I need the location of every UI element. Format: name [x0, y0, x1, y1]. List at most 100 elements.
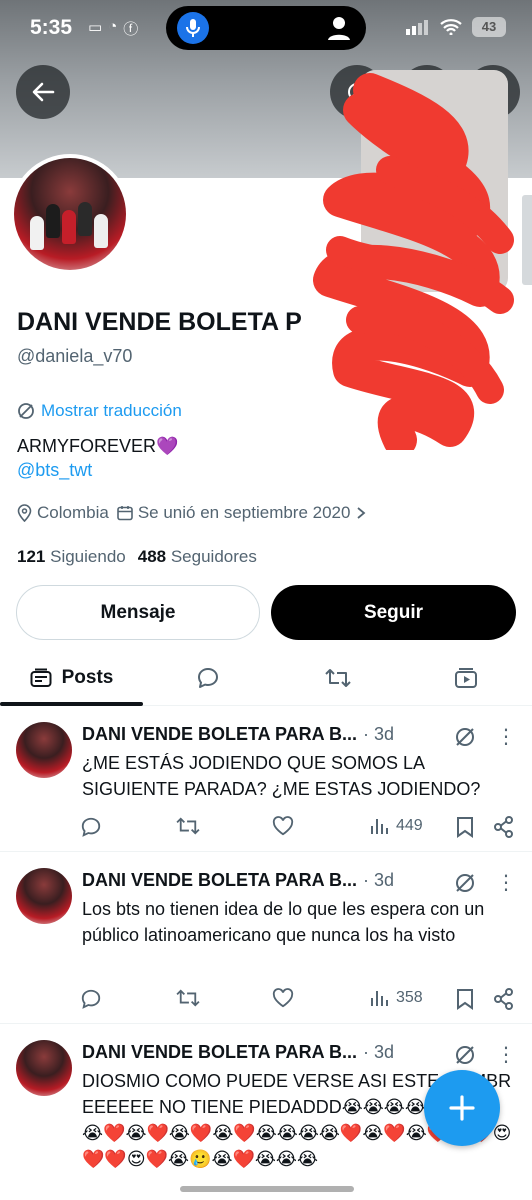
notification-icons: ▭ ◔ ⓕ: [88, 18, 138, 39]
tab-replies[interactable]: [178, 650, 238, 706]
snapchat-icon: ◔: [108, 18, 118, 35]
avatar-figure: [62, 210, 76, 244]
post-date: · 3d: [363, 1042, 395, 1062]
tab-reposts[interactable]: [308, 650, 368, 706]
profile-handle: @daniela_v70: [17, 346, 133, 366]
avatar-figure: [30, 216, 44, 250]
views-count: 449: [396, 817, 423, 834]
reply-icon: [81, 989, 101, 1009]
user-activity-icon: [326, 14, 352, 47]
repost-icon: [176, 989, 200, 1007]
post-avatar[interactable]: [16, 1040, 72, 1096]
views-button[interactable]: 358: [370, 988, 423, 1008]
like-button[interactable]: [272, 816, 294, 836]
profile-meta: Colombia Se unió en septiembre 2020: [17, 503, 367, 523]
video-icon: [455, 668, 477, 688]
profile-name: DANI VENDE BOLETA P: [17, 308, 302, 336]
plus-icon: [449, 1095, 475, 1121]
post-text: Los bts no tienen idea de lo que les esp…: [82, 899, 485, 945]
repost-button[interactable]: [176, 988, 200, 1008]
bio-mention-link[interactable]: @bts_twt: [17, 460, 92, 481]
bookmark-button[interactable]: [456, 988, 474, 1010]
share-icon: [494, 988, 513, 1010]
avatar-figure: [46, 204, 60, 238]
profile-tabs: Posts: [0, 650, 532, 706]
status-bar: 5:35 ▭ ◔ ⓕ 43: [0, 0, 532, 58]
post-header: DANI VENDE BOLETA PARA B... · 3d: [82, 870, 394, 891]
following-label: Siguiendo: [50, 547, 126, 566]
bookmark-button[interactable]: [456, 816, 474, 838]
post-author[interactable]: DANI VENDE BOLETA PARA B...: [82, 724, 357, 745]
grok-icon[interactable]: [454, 872, 476, 894]
repost-button[interactable]: [176, 816, 200, 836]
chevron-right-icon: [357, 507, 366, 519]
post-avatar[interactable]: [16, 868, 72, 924]
post-actions: 358: [80, 988, 520, 1012]
posts-icon: [30, 668, 52, 687]
views-icon: [371, 991, 388, 1006]
side-handle: [522, 195, 532, 285]
post-author[interactable]: DANI VENDE BOLETA PARA B...: [82, 870, 357, 891]
dynamic-island: [166, 6, 366, 50]
join-date-text: Se unió en septiembre 2020: [137, 503, 351, 522]
tab-posts[interactable]: Posts: [0, 650, 143, 706]
back-button[interactable]: [16, 65, 70, 119]
message-button[interactable]: Mensaje: [16, 585, 260, 640]
share-button[interactable]: [494, 988, 514, 1010]
translate-label: Mostrar traducción: [41, 401, 182, 420]
following-count: 121: [17, 547, 46, 566]
location-text: Colombia: [37, 503, 109, 522]
grok-icon[interactable]: [454, 726, 476, 748]
translate-icon: [18, 403, 34, 419]
post[interactable]: DANI VENDE BOLETA PARA B... · 3d ⋮ Los b…: [0, 852, 532, 1024]
repost-icon: [176, 817, 200, 835]
signal-icon: [406, 20, 428, 35]
share-icon: [494, 816, 513, 838]
share-button[interactable]: [494, 816, 514, 838]
translate-link[interactable]: Mostrar traducción: [17, 401, 182, 421]
more-options-icon[interactable]: ⋮: [496, 870, 516, 895]
post[interactable]: DANI VENDE BOLETA PARA B... · 3d ⋮ ¿ME E…: [0, 706, 532, 852]
wifi-icon: [440, 19, 462, 35]
more-options-icon[interactable]: ⋮: [496, 724, 516, 749]
post-avatar[interactable]: [16, 722, 72, 778]
views-icon: [371, 819, 388, 834]
post-date: · 3d: [363, 870, 395, 890]
reply-button[interactable]: [80, 816, 102, 838]
location-pin-icon: [17, 504, 32, 522]
avatar-figure: [78, 202, 92, 236]
like-button[interactable]: [272, 988, 294, 1008]
tab-videos[interactable]: [436, 650, 496, 706]
post-date: · 3d: [363, 724, 395, 744]
followers-label: Seguidores: [170, 547, 257, 566]
calendar-icon: [117, 506, 133, 521]
compose-button[interactable]: [424, 1070, 500, 1146]
reply-button[interactable]: [80, 988, 102, 1010]
follow-button[interactable]: Seguir: [271, 585, 516, 640]
more-options-icon[interactable]: ⋮: [496, 1042, 516, 1067]
post-author[interactable]: DANI VENDE BOLETA PARA B...: [82, 1042, 357, 1063]
repost-icon: [325, 669, 351, 687]
overlay-photo: [361, 70, 508, 292]
reply-icon: [198, 668, 218, 688]
home-indicator[interactable]: [180, 1186, 354, 1192]
bookmark-icon: [457, 817, 473, 838]
followers-link[interactable]: 488 Seguidores: [138, 547, 257, 567]
arrow-left-icon: [32, 82, 55, 102]
bookmark-icon: [457, 989, 473, 1010]
following-link[interactable]: 121 Siguiendo: [17, 547, 126, 567]
battery-icon: 43: [472, 17, 506, 37]
join-date[interactable]: Se unió en septiembre 2020: [117, 503, 368, 523]
post-text: ¿ME ESTÁS JODIENDO QUE SOMOS LA SIGUIENT…: [82, 753, 481, 799]
location: Colombia: [17, 503, 109, 523]
post-header: DANI VENDE BOLETA PARA B... · 3d: [82, 724, 394, 745]
avatar-figure: [94, 214, 108, 248]
post-actions: 449: [80, 816, 520, 840]
views-button[interactable]: 449: [370, 816, 423, 836]
camera-icon: ▭: [88, 19, 103, 36]
avatar-image: [14, 158, 126, 270]
grok-icon[interactable]: [454, 1044, 476, 1066]
profile-avatar[interactable]: [10, 154, 130, 274]
microphone-icon: [177, 12, 209, 44]
status-time: 5:35: [30, 16, 73, 39]
